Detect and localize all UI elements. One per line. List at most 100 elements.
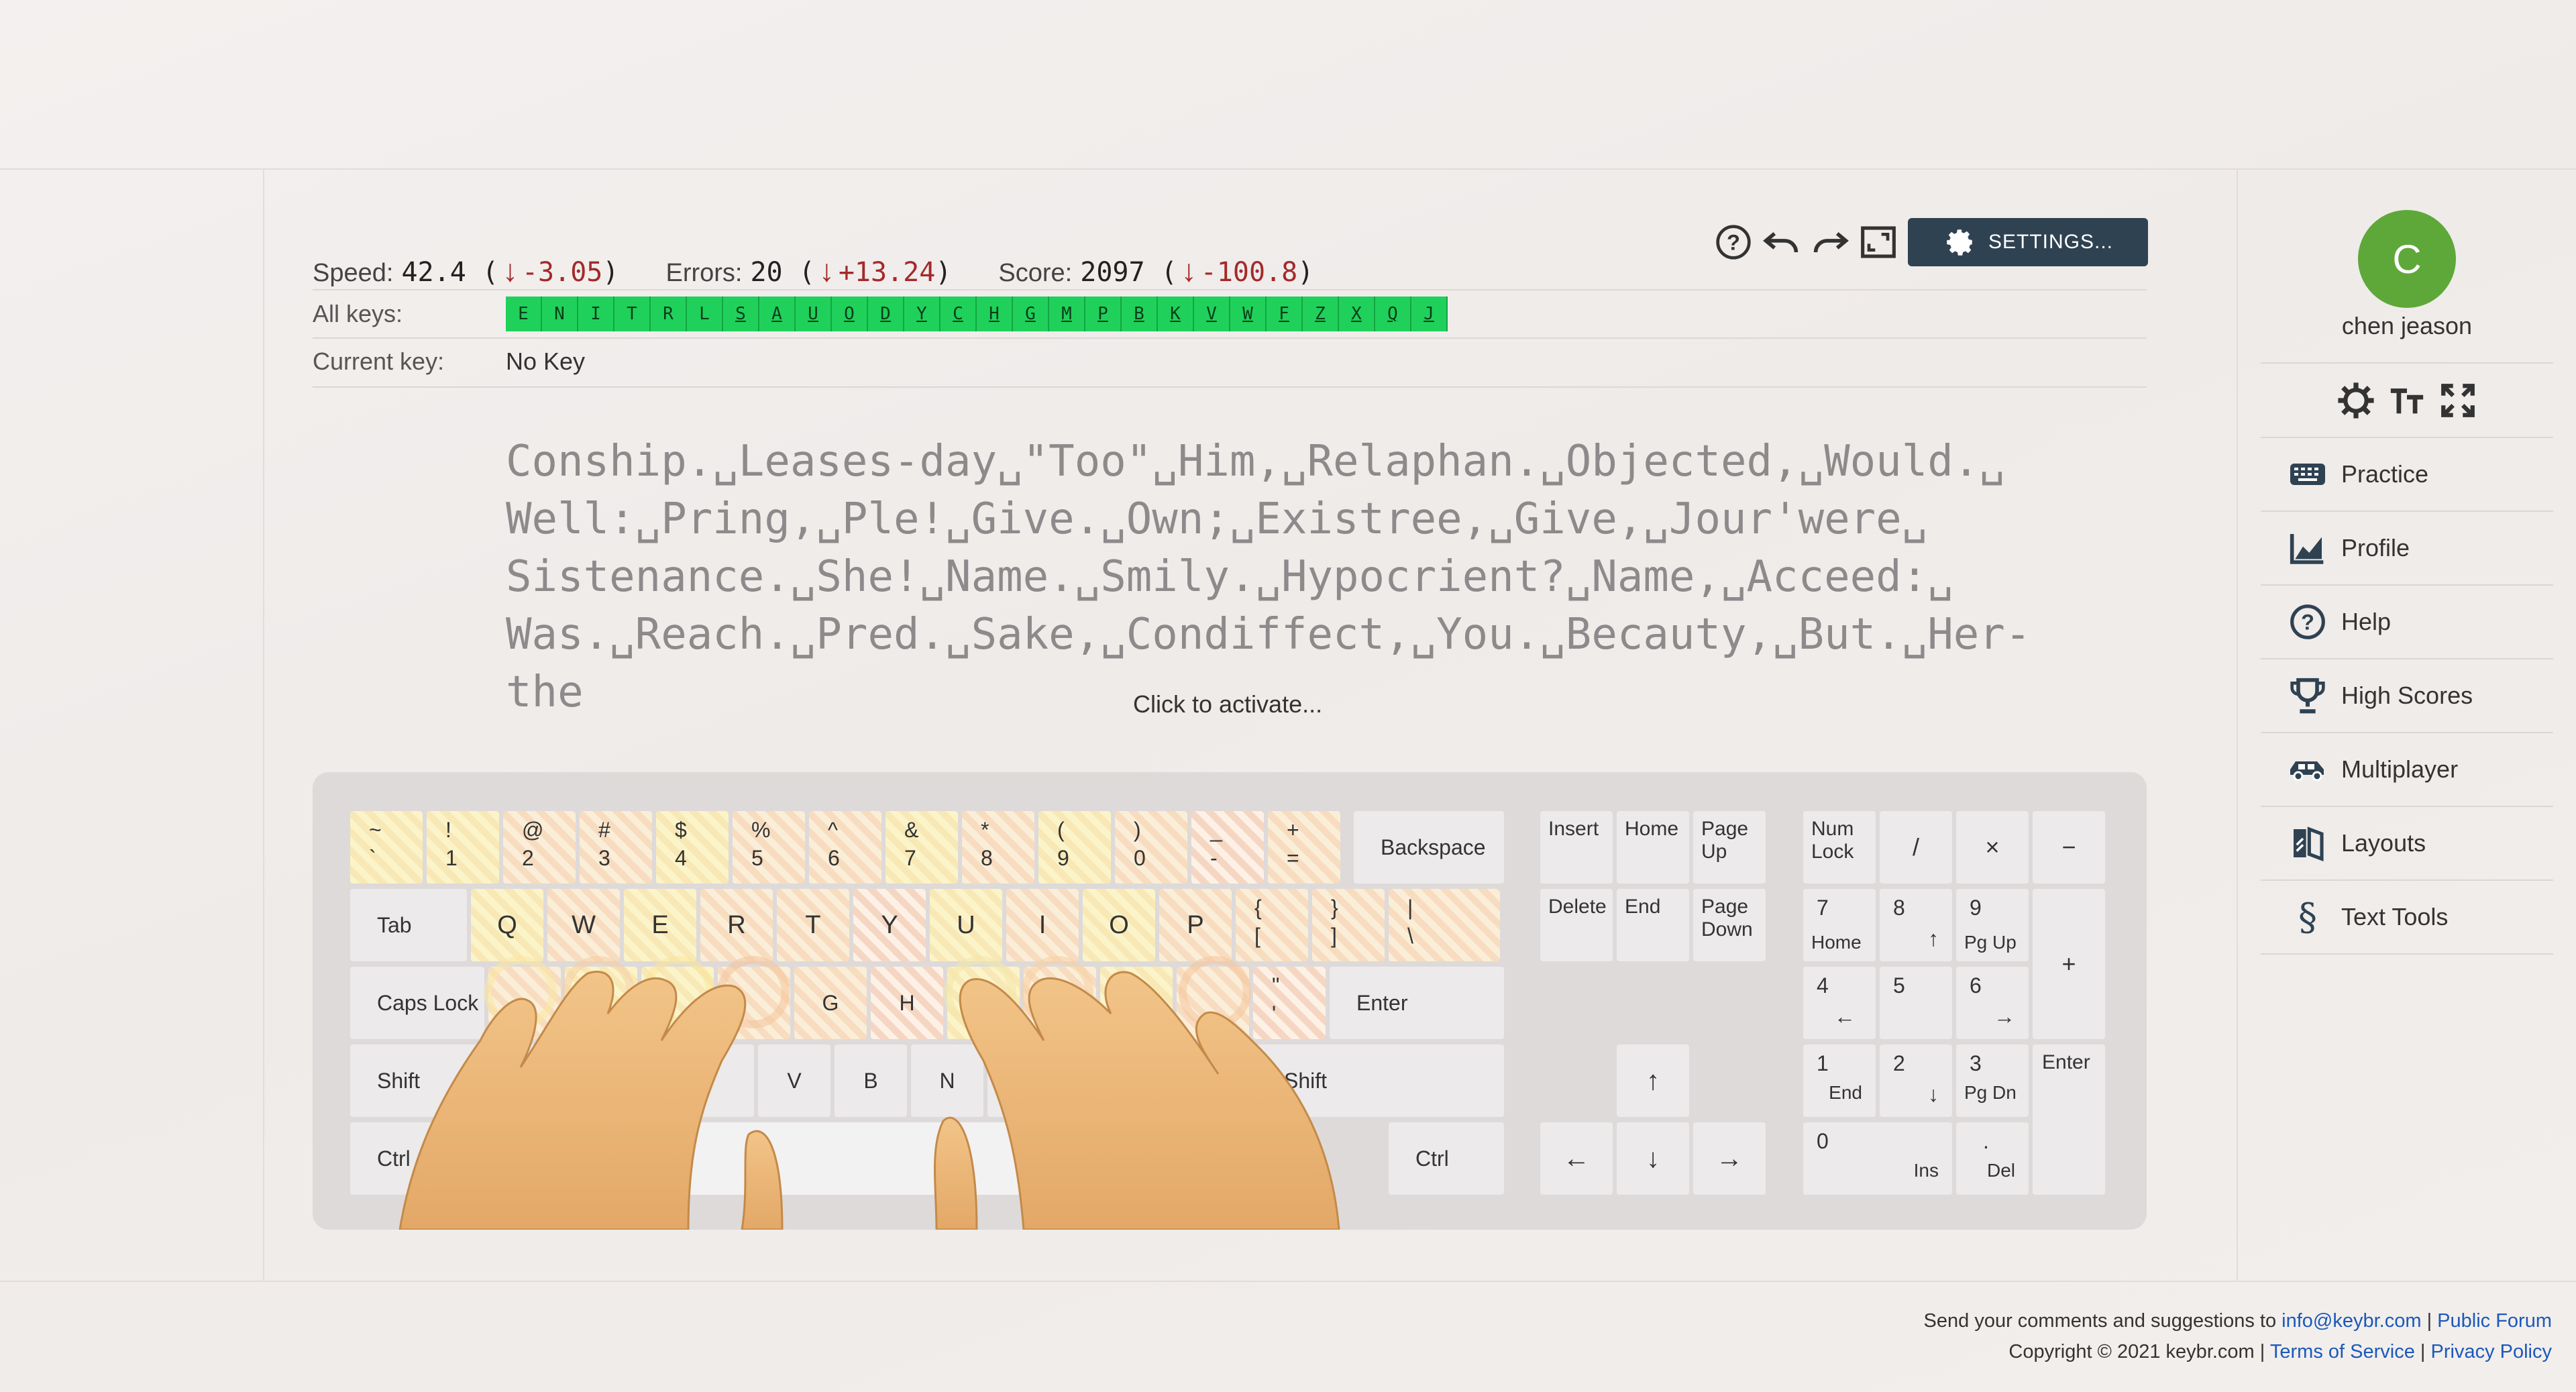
car-icon <box>2286 748 2329 791</box>
key-row1: @2 <box>503 811 576 884</box>
help-icon[interactable]: ? <box>1712 221 1755 264</box>
key-indicator[interactable]: T <box>614 297 651 331</box>
key-indicator[interactable]: O <box>832 297 868 331</box>
key-n: N <box>911 1045 983 1117</box>
key-bracket: {[ <box>1236 889 1308 961</box>
num-multiply-key: × <box>1956 811 2029 884</box>
section-icon: § <box>2298 895 2317 939</box>
arrow-up-key: ↑ <box>1617 1045 1689 1117</box>
errors-stat: Errors: 20 (↓ +13.24) <box>665 253 952 288</box>
settings-button[interactable]: SETTINGS... <box>1908 218 2148 266</box>
redo-icon[interactable] <box>1809 221 1851 264</box>
key-period <box>1140 1045 1213 1117</box>
key-indicator[interactable]: G <box>1013 297 1049 331</box>
key-row1: * 8 <box>962 811 1034 884</box>
end-key: End <box>1617 889 1689 961</box>
key-indicator[interactable]: C <box>941 297 977 331</box>
key-row1: % 5 <box>733 811 805 884</box>
num-9-key: 9 Pg Up <box>1956 889 2029 961</box>
key-g: G <box>794 967 867 1039</box>
key-comma <box>1064 1045 1136 1117</box>
key-indicator[interactable]: S <box>723 297 759 331</box>
key-indicator[interactable]: M <box>1049 297 1085 331</box>
lesson-line: Sistenance.␣She!␣Name.␣Smily.␣Hypocrient… <box>506 552 1953 602</box>
click-to-activate-hint[interactable]: Click to activate... <box>1133 690 1322 718</box>
fullscreen-icon[interactable] <box>1857 221 1900 264</box>
keyboard-icon <box>2286 453 2329 496</box>
page-down-key: Page Down <box>1693 889 1766 961</box>
key-row1: & 7 <box>885 811 958 884</box>
avatar[interactable]: C <box>2358 210 2456 308</box>
theme-gear-icon[interactable] <box>2334 379 2377 422</box>
key-indicator[interactable]: Y <box>904 297 941 331</box>
all-keys-label: All keys: <box>313 300 403 327</box>
layouts-icon <box>2286 822 2329 865</box>
key-d <box>641 967 714 1039</box>
key-indicator[interactable]: L <box>687 297 723 331</box>
key-row1: (9 <box>1038 811 1111 884</box>
key-m <box>987 1045 1060 1117</box>
key-b: B <box>835 1045 907 1117</box>
errors-value: 20 <box>750 257 783 288</box>
nav-multiplayer[interactable]: Multiplayer <box>2261 733 2553 807</box>
left-shift-key: Shift <box>350 1045 525 1117</box>
key-bracket: }] <box>1312 889 1385 961</box>
svg-text:?: ? <box>1727 230 1740 255</box>
nav-profile[interactable]: Profile <box>2261 512 2553 586</box>
key-row1: ^ 6 <box>809 811 881 884</box>
key-indicator[interactable]: R <box>651 297 687 331</box>
nav-text-tools[interactable]: § Text Tools <box>2261 881 2553 955</box>
num-decimal-key: . Del <box>1956 1122 2029 1195</box>
key-j <box>947 967 1020 1039</box>
lesson-line: Well:␣Pring,␣Ple!␣Give.␣Own;␣Existree,␣G… <box>506 494 1928 544</box>
privacy-policy-link[interactable]: Privacy Policy <box>2431 1341 2553 1362</box>
key-u: U <box>930 889 1002 961</box>
insert-key: Insert <box>1540 811 1613 884</box>
key-indicator[interactable]: F <box>1267 297 1303 331</box>
key-indicator[interactable]: Q <box>1375 297 1411 331</box>
key-s <box>565 967 637 1039</box>
key-indicator[interactable]: N <box>542 297 578 331</box>
terms-of-service-link[interactable]: Terms of Service <box>2270 1341 2415 1362</box>
key-indicator[interactable]: P <box>1085 297 1122 331</box>
key-indicator[interactable]: D <box>868 297 904 331</box>
lesson-line: Conship.␣Leases-day␣"Too"␣Him,␣Relaphan.… <box>506 437 2005 486</box>
svg-text:?: ? <box>2301 610 2314 635</box>
key-indicator[interactable]: J <box>1411 297 1448 331</box>
speed-stat: Speed: 42.4 (↓ -3.05) <box>313 253 619 288</box>
right-ctrl-key: Ctrl <box>1389 1122 1504 1195</box>
username[interactable]: chen jeason <box>2261 312 2553 340</box>
key-indicator[interactable]: K <box>1158 297 1194 331</box>
expand-icon[interactable] <box>2436 379 2479 422</box>
arrow-down-icon: ↓ <box>1181 253 1197 288</box>
arrow-right-key: → <box>1693 1122 1766 1195</box>
current-key-label: Current key: <box>313 347 445 375</box>
help-icon: ? <box>2286 600 2329 643</box>
key-indicator[interactable]: H <box>977 297 1013 331</box>
arrow-down-icon: ↓ <box>502 253 518 288</box>
nav-layouts[interactable]: Layouts <box>2261 807 2553 881</box>
key-indicator[interactable]: V <box>1194 297 1230 331</box>
nav-high-scores[interactable]: High Scores <box>2261 659 2553 733</box>
undo-icon[interactable] <box>1760 221 1803 264</box>
key-indicator[interactable]: E <box>506 297 542 331</box>
key-indicator[interactable]: A <box>759 297 796 331</box>
font-size-icon[interactable] <box>2385 379 2428 422</box>
key-indicator[interactable]: Z <box>1303 297 1339 331</box>
num-0-key: 0 Ins <box>1803 1122 1952 1195</box>
nav-help[interactable]: ? Help <box>2261 586 2553 659</box>
key-indicator[interactable]: B <box>1122 297 1158 331</box>
key-a <box>488 967 561 1039</box>
num-8-key: 8 ↑ <box>1880 889 1952 961</box>
lesson-text[interactable]: Conship.␣Leases-day␣"Too"␣Him,␣Relaphan.… <box>506 433 2049 721</box>
key-indicator[interactable]: W <box>1230 297 1267 331</box>
key-indicator[interactable]: I <box>578 297 614 331</box>
email-link[interactable]: info@keybr.com <box>2282 1310 2421 1332</box>
key-indicator[interactable]: X <box>1339 297 1375 331</box>
page-up-key: Page Up <box>1693 811 1766 884</box>
nav-practice[interactable]: Practice <box>2261 438 2553 512</box>
public-forum-link[interactable]: Public Forum <box>2437 1310 2552 1332</box>
key-indicator[interactable]: U <box>796 297 832 331</box>
key-t: T <box>777 889 849 961</box>
num-1-key: 1 End <box>1803 1045 1876 1117</box>
